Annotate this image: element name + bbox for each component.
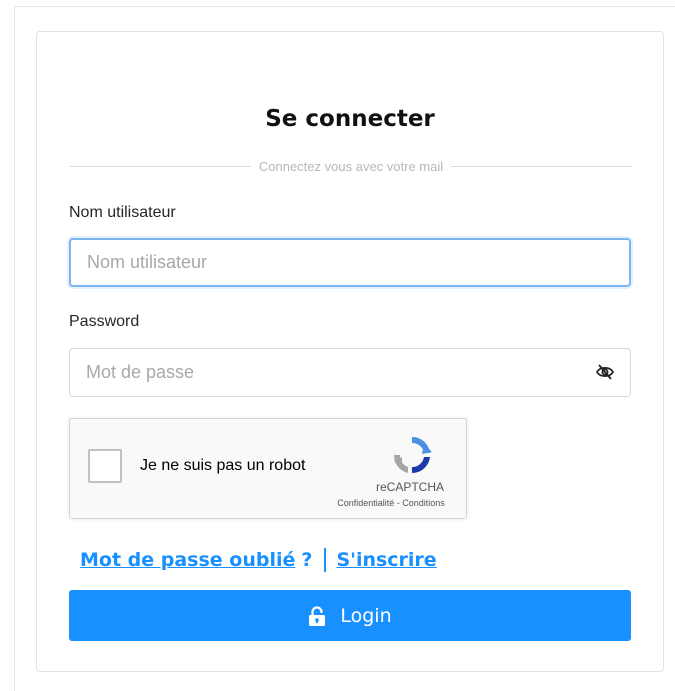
password-label: Password <box>69 313 140 330</box>
password-field <box>69 348 631 397</box>
forgot-password-link[interactable]: Mot de passe oublié <box>80 549 295 571</box>
login-button[interactable]: Login <box>69 590 631 641</box>
password-input[interactable] <box>69 348 631 397</box>
recaptcha-checkbox[interactable] <box>88 449 122 483</box>
recaptcha-widget: Je ne suis pas un robot reCAPTCHA Confid… <box>69 418 467 519</box>
username-input[interactable] <box>69 238 631 287</box>
recaptcha-links[interactable]: Confidentialité - Conditions <box>316 498 466 508</box>
page-title: Se connecter <box>265 106 435 132</box>
login-card: Se connecter Connectez vous avec votre m… <box>36 31 664 672</box>
divider: Connectez vous avec votre mail <box>70 157 633 175</box>
unlock-icon <box>308 605 326 626</box>
recaptcha-logo-icon <box>390 433 434 477</box>
auth-links: Mot de passe oublié ? S'inscrire <box>80 548 437 572</box>
link-separator <box>324 548 327 572</box>
eye-invisible-icon[interactable] <box>595 362 615 382</box>
recaptcha-brand: reCAPTCHA <box>375 480 444 494</box>
register-link[interactable]: S'inscrire <box>336 549 436 571</box>
login-button-label: Login <box>340 604 392 627</box>
divider-text: Connectez vous avec votre mail <box>258 158 444 174</box>
divider-line-left <box>70 165 251 167</box>
question-mark: ? <box>301 549 313 571</box>
recaptcha-label: Je ne suis pas un robot <box>140 457 306 474</box>
username-label: Nom utilisateur <box>69 204 176 221</box>
divider-line-right <box>451 165 633 167</box>
